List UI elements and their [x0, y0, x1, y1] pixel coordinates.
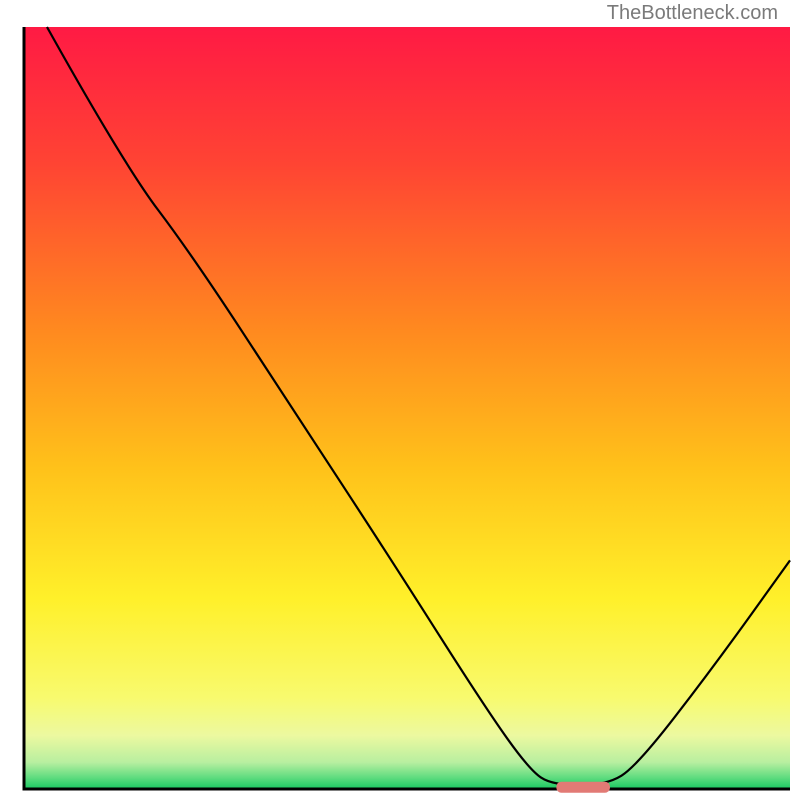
optimal-marker [556, 782, 610, 793]
watermark-text: TheBottleneck.com [607, 2, 778, 25]
plot-background [24, 27, 790, 789]
chart-svg [0, 0, 800, 800]
